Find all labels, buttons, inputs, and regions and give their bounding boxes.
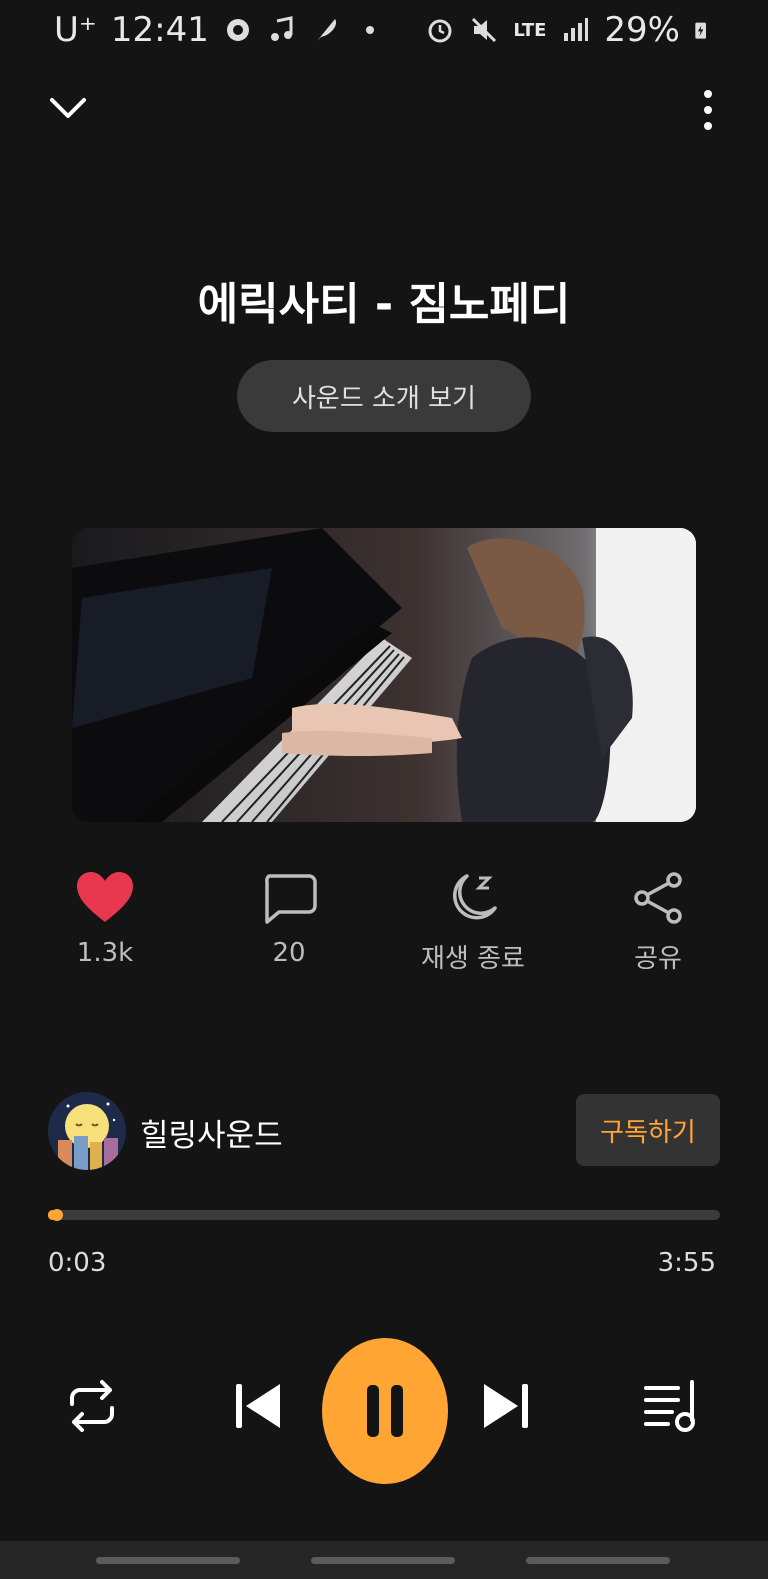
comment-count: 20: [272, 938, 306, 968]
album-art: [72, 528, 696, 822]
action-row: 1.3k 20 재생 종료 공유: [0, 872, 768, 982]
battery-percent: 29%: [604, 10, 680, 50]
status-time: 12:41: [110, 10, 209, 50]
channel-avatar[interactable]: [48, 1092, 126, 1170]
battery-charging-icon: [695, 22, 706, 39]
pause-icon: [367, 1385, 403, 1437]
next-button[interactable]: [480, 1378, 532, 1438]
carrier-label: U⁺: [54, 10, 97, 50]
pause-button[interactable]: [322, 1338, 448, 1484]
settings-gear-icon: [226, 19, 249, 41]
track-title: 에릭사티 - 짐노페디: [197, 279, 571, 330]
nav-home[interactable]: [311, 1557, 455, 1564]
repeat-button[interactable]: [64, 1378, 120, 1438]
collapse-button[interactable]: [48, 92, 88, 128]
playlist-icon: [644, 1380, 695, 1432]
progress-handle[interactable]: [50, 1209, 63, 1221]
chevron-down-icon: [50, 98, 86, 118]
playlist-button[interactable]: [642, 1378, 702, 1438]
comment-icon: [265, 874, 317, 924]
music-note-icon: [270, 16, 293, 41]
mute-icon: [472, 17, 497, 43]
signal-icon: [564, 18, 589, 41]
like-count: 1.3k: [76, 938, 134, 968]
heart-icon: [77, 872, 133, 922]
channel-name[interactable]: 힐링사운드: [140, 1110, 283, 1155]
repeat-icon: [70, 1380, 114, 1432]
progress-bar[interactable]: [48, 1209, 720, 1221]
nav-back[interactable]: [526, 1557, 670, 1564]
top-bar: [0, 80, 768, 140]
feather-icon: [316, 19, 336, 41]
like-button[interactable]: 1.3k: [30, 872, 180, 968]
current-time: 0:03: [48, 1248, 107, 1278]
status-bar: U⁺ 12:41 LTE 29%: [0, 0, 768, 60]
more-vertical-icon: [704, 90, 712, 130]
subscribe-button[interactable]: 구독하기: [576, 1094, 720, 1166]
total-time: 3:55: [657, 1248, 716, 1278]
more-options-button[interactable]: [698, 88, 718, 132]
share-icon: [634, 872, 682, 924]
skip-next-icon: [484, 1384, 528, 1428]
nav-recents[interactable]: [96, 1557, 240, 1564]
sleep-timer-label: 재생 종료: [421, 944, 525, 974]
dot-icon: [365, 26, 374, 34]
system-nav-bar: [0, 1541, 768, 1579]
comment-button[interactable]: 20: [214, 872, 364, 968]
share-button[interactable]: 공유: [583, 872, 733, 975]
lte-label: LTE: [513, 19, 547, 41]
channel-row: 힐링사운드 구독하기: [48, 1092, 720, 1170]
previous-button[interactable]: [232, 1378, 284, 1438]
moon-sleep-icon: [453, 874, 497, 920]
alarm-icon: [428, 19, 452, 43]
skip-previous-icon: [236, 1384, 280, 1428]
sleep-timer-button[interactable]: 재생 종료: [398, 872, 548, 975]
share-label: 공유: [634, 944, 682, 974]
playback-controls: [0, 1338, 768, 1488]
about-sound-button[interactable]: 사운드 소개 보기: [237, 360, 531, 432]
